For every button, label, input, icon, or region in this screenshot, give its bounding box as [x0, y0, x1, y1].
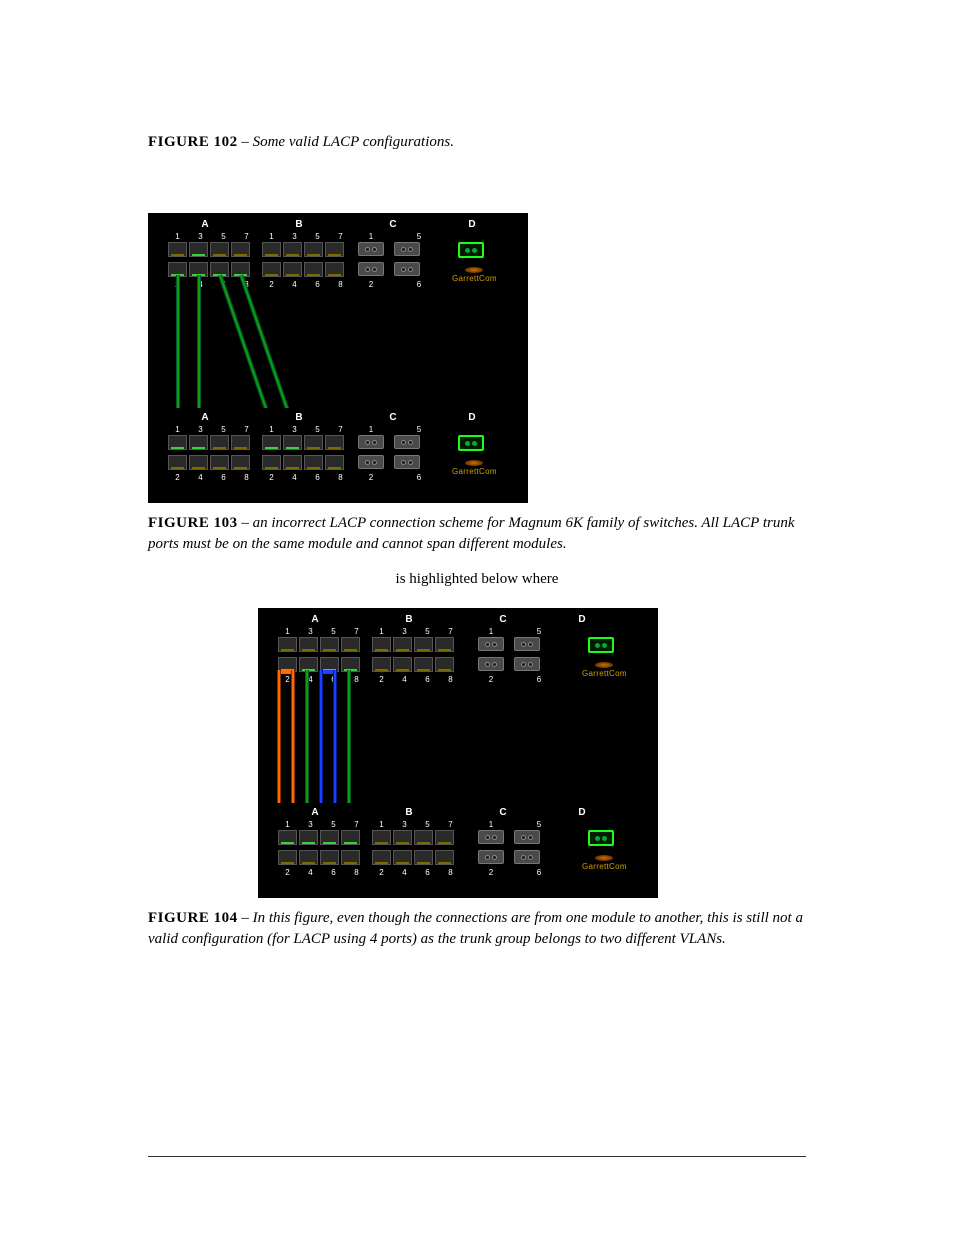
figure-104-caption: FIGURE 104 – In this figure, even though… — [148, 908, 806, 950]
fiber-c-row2 — [358, 262, 420, 276]
figure-102-caption: FIGURE 102 – Some valid LACP configurati… — [148, 132, 806, 153]
figure-102-label: FIGURE 102 — [148, 134, 238, 150]
portnums-b-bot: 2468 — [262, 280, 350, 289]
figure-102-sep: – — [238, 134, 253, 150]
fiber-c-row1 — [358, 242, 420, 256]
d-slot-top — [458, 242, 484, 258]
portnums-b-top: 1357 — [262, 232, 350, 241]
figure-103-diagram: A B C D 1357 2468 1357 — [148, 213, 528, 503]
section-labels-bot: A B C D — [158, 412, 518, 423]
figure-104-diagram: A B C D 1357 2468 1357 2468 15 26 Garret… — [258, 608, 658, 898]
brand-top: GarrettCom — [452, 267, 497, 283]
ports-a-top-row2 — [168, 262, 250, 277]
figure-102-text: Some valid LACP configurations. — [253, 134, 454, 150]
switch-top-104: A B C D 1357 2468 1357 2468 15 26 Garret… — [268, 610, 648, 695]
portnums-c-bot: 26 — [358, 280, 432, 289]
ports-b-top-row2 — [262, 262, 344, 277]
footer-rule — [148, 1156, 806, 1157]
ports-b-top-row1 — [262, 242, 344, 257]
ports-a-top-row1 — [168, 242, 250, 257]
section-labels-top: A B C D — [158, 219, 518, 230]
switch-bottom: A B C D 1357 2468 1357 2468 15 26 Garret… — [158, 408, 518, 493]
switch-bottom-104: A B C D 1357 2468 1357 2468 15 26 Garret… — [268, 803, 648, 888]
portnums-c-top: 15 — [358, 232, 432, 241]
figure-103-label: FIGURE 103 — [148, 515, 238, 531]
figure-104-label: FIGURE 104 — [148, 910, 238, 926]
body-text: is highlighted below where — [148, 571, 806, 588]
portnums-a-top: 1357 — [168, 232, 256, 241]
figure-103-caption: FIGURE 103 – an incorrect LACP connectio… — [148, 513, 806, 555]
switch-top: A B C D 1357 2468 1357 — [158, 215, 518, 300]
